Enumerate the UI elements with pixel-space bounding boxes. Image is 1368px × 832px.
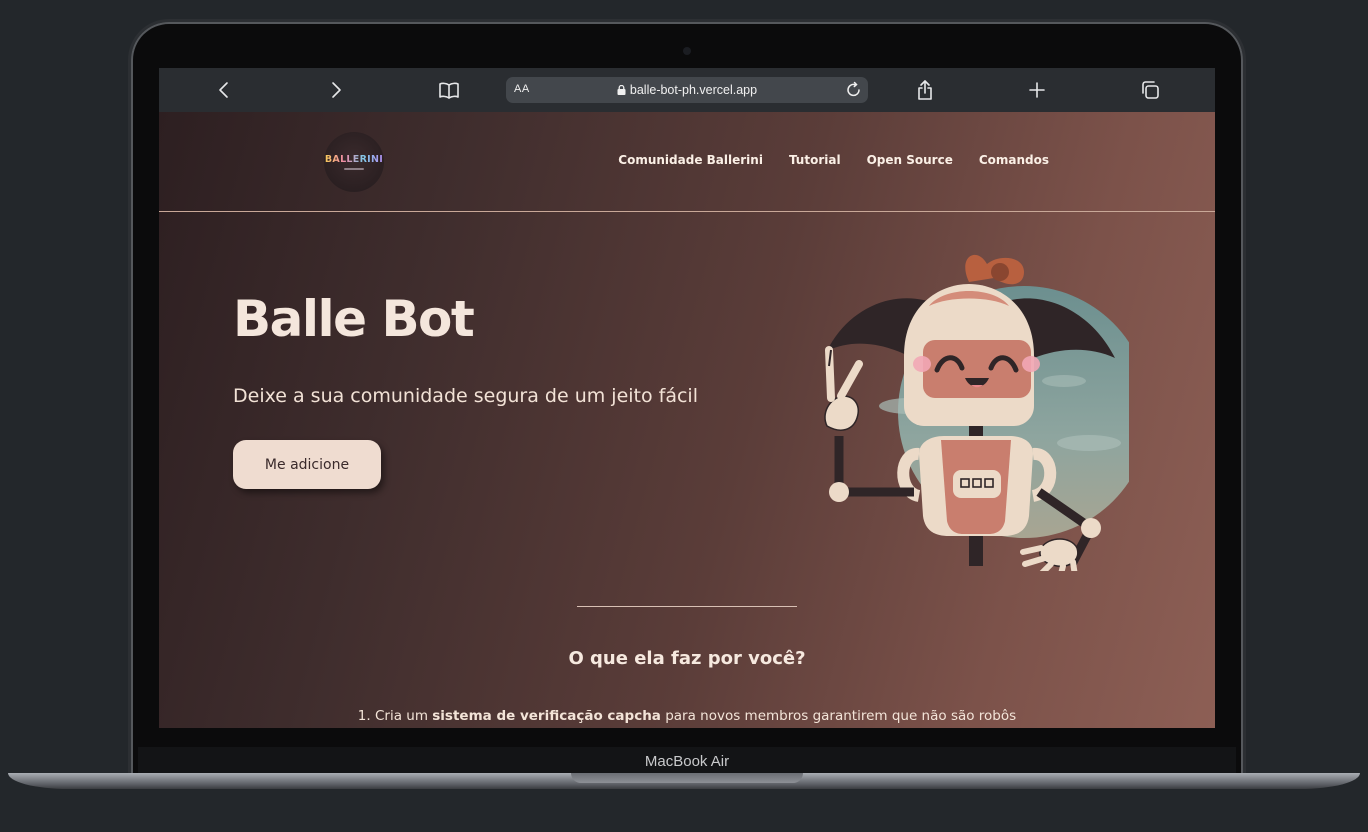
url-display[interactable]: balle-bot-ph.vercel.app bbox=[506, 83, 868, 97]
back-button[interactable] bbox=[206, 76, 242, 104]
bookmarks-button[interactable] bbox=[431, 76, 467, 104]
plus-icon bbox=[1029, 82, 1045, 98]
ballerini-logo[interactable]: BALLERINI bbox=[324, 132, 384, 192]
add-bot-button[interactable]: Me adicione bbox=[233, 440, 381, 489]
camera bbox=[683, 47, 691, 55]
nav-link-comunidade[interactable]: Comunidade Ballerini bbox=[618, 153, 763, 167]
section-title: O que ela faz por você? bbox=[568, 648, 806, 669]
nav-link-tutorial[interactable]: Tutorial bbox=[789, 153, 841, 167]
logo-text: BALLERINI bbox=[324, 154, 384, 165]
address-bar[interactable]: AA balle-bot-ph.vercel.app bbox=[506, 77, 868, 103]
feature-item: 1. Cria um sistema de verificação capcha… bbox=[159, 708, 1215, 724]
site-header: BALLERINI Comunidade Ballerini Tutorial … bbox=[159, 112, 1215, 212]
feature-prefix: 1. Cria um bbox=[357, 708, 433, 724]
chevron-left-icon bbox=[219, 82, 228, 98]
lock-icon bbox=[617, 85, 626, 95]
laptop-chin: MacBook Air bbox=[138, 747, 1236, 775]
section-divider bbox=[577, 606, 797, 607]
hero-subtitle: Deixe a sua comunidade segura de um jeit… bbox=[233, 385, 698, 407]
robot-illustration bbox=[824, 254, 1129, 571]
forward-button[interactable] bbox=[318, 76, 354, 104]
chevron-right-icon bbox=[332, 82, 341, 98]
laptop-notch bbox=[571, 773, 803, 783]
main-nav: Comunidade Ballerini Tutorial Open Sourc… bbox=[618, 153, 1049, 167]
feature-suffix: para novos membros garantirem que não sã… bbox=[660, 708, 1017, 724]
screen: AA balle-bot-ph.vercel.app BALLERINI Com… bbox=[159, 68, 1215, 728]
tabs-overview-button[interactable] bbox=[1132, 76, 1168, 104]
reload-icon[interactable] bbox=[846, 81, 862, 99]
tabs-icon bbox=[1142, 81, 1159, 99]
url-text: balle-bot-ph.vercel.app bbox=[629, 83, 758, 97]
share-button[interactable] bbox=[907, 76, 943, 104]
share-icon bbox=[918, 80, 932, 100]
hero-title: Balle Bot bbox=[233, 290, 475, 348]
device-label: MacBook Air bbox=[644, 752, 730, 770]
book-icon bbox=[439, 82, 459, 99]
web-page: BALLERINI Comunidade Ballerini Tutorial … bbox=[159, 112, 1215, 728]
nav-link-open-source[interactable]: Open Source bbox=[867, 153, 953, 167]
safari-toolbar: AA balle-bot-ph.vercel.app bbox=[159, 68, 1215, 112]
logo-decoration bbox=[344, 168, 364, 170]
feature-highlight: sistema de verificação capcha bbox=[432, 708, 661, 724]
new-tab-button[interactable] bbox=[1019, 76, 1055, 104]
nav-link-comandos[interactable]: Comandos bbox=[979, 153, 1049, 167]
